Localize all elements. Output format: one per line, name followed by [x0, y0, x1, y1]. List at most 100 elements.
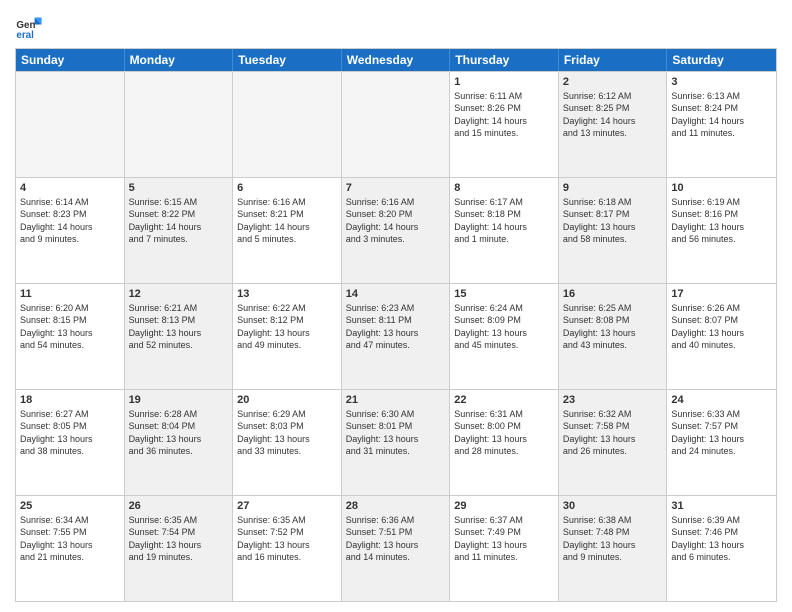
cell-text: Sunrise: 6:30 AM Sunset: 8:01 PM Dayligh…	[346, 408, 446, 457]
day-number: 3	[671, 75, 772, 89]
logo: Gen eral	[15, 14, 47, 42]
day-number: 19	[129, 393, 229, 407]
cell-text: Sunrise: 6:17 AM Sunset: 8:18 PM Dayligh…	[454, 196, 554, 245]
day-number: 25	[20, 499, 120, 513]
cell-text: Sunrise: 6:39 AM Sunset: 7:46 PM Dayligh…	[671, 514, 772, 563]
calendar-body: 1Sunrise: 6:11 AM Sunset: 8:26 PM Daylig…	[16, 71, 776, 601]
calendar-cell: 13Sunrise: 6:22 AM Sunset: 8:12 PM Dayli…	[233, 284, 342, 389]
cell-text: Sunrise: 6:24 AM Sunset: 8:09 PM Dayligh…	[454, 302, 554, 351]
day-number: 20	[237, 393, 337, 407]
logo-icon: Gen eral	[15, 14, 43, 42]
weekday-header: Sunday	[16, 49, 125, 71]
day-number: 26	[129, 499, 229, 513]
calendar-cell: 10Sunrise: 6:19 AM Sunset: 8:16 PM Dayli…	[667, 178, 776, 283]
day-number: 6	[237, 181, 337, 195]
cell-text: Sunrise: 6:21 AM Sunset: 8:13 PM Dayligh…	[129, 302, 229, 351]
calendar-cell: 14Sunrise: 6:23 AM Sunset: 8:11 PM Dayli…	[342, 284, 451, 389]
calendar-cell	[233, 72, 342, 177]
day-number: 29	[454, 499, 554, 513]
calendar-cell	[16, 72, 125, 177]
cell-text: Sunrise: 6:20 AM Sunset: 8:15 PM Dayligh…	[20, 302, 120, 351]
day-number: 28	[346, 499, 446, 513]
day-number: 24	[671, 393, 772, 407]
cell-text: Sunrise: 6:23 AM Sunset: 8:11 PM Dayligh…	[346, 302, 446, 351]
cell-text: Sunrise: 6:18 AM Sunset: 8:17 PM Dayligh…	[563, 196, 663, 245]
day-number: 7	[346, 181, 446, 195]
calendar-cell: 7Sunrise: 6:16 AM Sunset: 8:20 PM Daylig…	[342, 178, 451, 283]
weekday-header: Monday	[125, 49, 234, 71]
calendar-cell: 4Sunrise: 6:14 AM Sunset: 8:23 PM Daylig…	[16, 178, 125, 283]
day-number: 10	[671, 181, 772, 195]
day-number: 17	[671, 287, 772, 301]
calendar-cell: 5Sunrise: 6:15 AM Sunset: 8:22 PM Daylig…	[125, 178, 234, 283]
calendar-cell: 1Sunrise: 6:11 AM Sunset: 8:26 PM Daylig…	[450, 72, 559, 177]
calendar-row: 4Sunrise: 6:14 AM Sunset: 8:23 PM Daylig…	[16, 177, 776, 283]
cell-text: Sunrise: 6:27 AM Sunset: 8:05 PM Dayligh…	[20, 408, 120, 457]
calendar-cell: 19Sunrise: 6:28 AM Sunset: 8:04 PM Dayli…	[125, 390, 234, 495]
calendar-cell: 3Sunrise: 6:13 AM Sunset: 8:24 PM Daylig…	[667, 72, 776, 177]
svg-text:eral: eral	[16, 30, 34, 41]
calendar-row: 1Sunrise: 6:11 AM Sunset: 8:26 PM Daylig…	[16, 71, 776, 177]
day-number: 15	[454, 287, 554, 301]
calendar-cell: 11Sunrise: 6:20 AM Sunset: 8:15 PM Dayli…	[16, 284, 125, 389]
calendar-cell: 8Sunrise: 6:17 AM Sunset: 8:18 PM Daylig…	[450, 178, 559, 283]
calendar-cell: 27Sunrise: 6:35 AM Sunset: 7:52 PM Dayli…	[233, 496, 342, 601]
day-number: 14	[346, 287, 446, 301]
cell-text: Sunrise: 6:13 AM Sunset: 8:24 PM Dayligh…	[671, 90, 772, 139]
day-number: 5	[129, 181, 229, 195]
day-number: 8	[454, 181, 554, 195]
page: Gen eral SundayMondayTuesdayWednesdayThu…	[0, 0, 792, 612]
cell-text: Sunrise: 6:32 AM Sunset: 7:58 PM Dayligh…	[563, 408, 663, 457]
weekday-header: Wednesday	[342, 49, 451, 71]
calendar-cell: 20Sunrise: 6:29 AM Sunset: 8:03 PM Dayli…	[233, 390, 342, 495]
weekday-header: Friday	[559, 49, 668, 71]
day-number: 27	[237, 499, 337, 513]
calendar-cell: 9Sunrise: 6:18 AM Sunset: 8:17 PM Daylig…	[559, 178, 668, 283]
cell-text: Sunrise: 6:31 AM Sunset: 8:00 PM Dayligh…	[454, 408, 554, 457]
calendar-cell: 22Sunrise: 6:31 AM Sunset: 8:00 PM Dayli…	[450, 390, 559, 495]
day-number: 13	[237, 287, 337, 301]
cell-text: Sunrise: 6:19 AM Sunset: 8:16 PM Dayligh…	[671, 196, 772, 245]
calendar-cell: 6Sunrise: 6:16 AM Sunset: 8:21 PM Daylig…	[233, 178, 342, 283]
header: Gen eral	[15, 10, 777, 42]
calendar-cell: 30Sunrise: 6:38 AM Sunset: 7:48 PM Dayli…	[559, 496, 668, 601]
day-number: 2	[563, 75, 663, 89]
calendar-cell	[342, 72, 451, 177]
cell-text: Sunrise: 6:37 AM Sunset: 7:49 PM Dayligh…	[454, 514, 554, 563]
cell-text: Sunrise: 6:16 AM Sunset: 8:20 PM Dayligh…	[346, 196, 446, 245]
weekday-header: Saturday	[667, 49, 776, 71]
cell-text: Sunrise: 6:35 AM Sunset: 7:54 PM Dayligh…	[129, 514, 229, 563]
calendar: SundayMondayTuesdayWednesdayThursdayFrid…	[15, 48, 777, 602]
calendar-cell: 25Sunrise: 6:34 AM Sunset: 7:55 PM Dayli…	[16, 496, 125, 601]
calendar-cell: 23Sunrise: 6:32 AM Sunset: 7:58 PM Dayli…	[559, 390, 668, 495]
calendar-row: 18Sunrise: 6:27 AM Sunset: 8:05 PM Dayli…	[16, 389, 776, 495]
calendar-cell: 21Sunrise: 6:30 AM Sunset: 8:01 PM Dayli…	[342, 390, 451, 495]
calendar-cell: 24Sunrise: 6:33 AM Sunset: 7:57 PM Dayli…	[667, 390, 776, 495]
calendar-row: 11Sunrise: 6:20 AM Sunset: 8:15 PM Dayli…	[16, 283, 776, 389]
day-number: 16	[563, 287, 663, 301]
calendar-cell: 15Sunrise: 6:24 AM Sunset: 8:09 PM Dayli…	[450, 284, 559, 389]
cell-text: Sunrise: 6:35 AM Sunset: 7:52 PM Dayligh…	[237, 514, 337, 563]
calendar-cell: 26Sunrise: 6:35 AM Sunset: 7:54 PM Dayli…	[125, 496, 234, 601]
cell-text: Sunrise: 6:36 AM Sunset: 7:51 PM Dayligh…	[346, 514, 446, 563]
cell-text: Sunrise: 6:11 AM Sunset: 8:26 PM Dayligh…	[454, 90, 554, 139]
calendar-cell	[125, 72, 234, 177]
calendar-cell: 18Sunrise: 6:27 AM Sunset: 8:05 PM Dayli…	[16, 390, 125, 495]
cell-text: Sunrise: 6:34 AM Sunset: 7:55 PM Dayligh…	[20, 514, 120, 563]
cell-text: Sunrise: 6:29 AM Sunset: 8:03 PM Dayligh…	[237, 408, 337, 457]
calendar-header: SundayMondayTuesdayWednesdayThursdayFrid…	[16, 49, 776, 71]
day-number: 22	[454, 393, 554, 407]
day-number: 12	[129, 287, 229, 301]
cell-text: Sunrise: 6:38 AM Sunset: 7:48 PM Dayligh…	[563, 514, 663, 563]
cell-text: Sunrise: 6:25 AM Sunset: 8:08 PM Dayligh…	[563, 302, 663, 351]
calendar-cell: 17Sunrise: 6:26 AM Sunset: 8:07 PM Dayli…	[667, 284, 776, 389]
calendar-cell: 31Sunrise: 6:39 AM Sunset: 7:46 PM Dayli…	[667, 496, 776, 601]
calendar-cell: 2Sunrise: 6:12 AM Sunset: 8:25 PM Daylig…	[559, 72, 668, 177]
weekday-header: Tuesday	[233, 49, 342, 71]
day-number: 21	[346, 393, 446, 407]
cell-text: Sunrise: 6:26 AM Sunset: 8:07 PM Dayligh…	[671, 302, 772, 351]
day-number: 23	[563, 393, 663, 407]
cell-text: Sunrise: 6:28 AM Sunset: 8:04 PM Dayligh…	[129, 408, 229, 457]
day-number: 4	[20, 181, 120, 195]
day-number: 18	[20, 393, 120, 407]
